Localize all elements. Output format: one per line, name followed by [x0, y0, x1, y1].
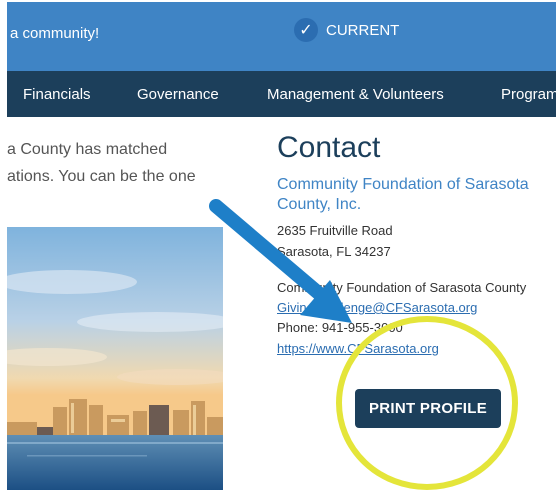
nav-financials[interactable]: Financials	[23, 86, 91, 103]
intro-line-1: a County has matched	[7, 141, 168, 158]
contact-phone: Phone: 941-955-3000	[277, 320, 403, 335]
contact-website-link[interactable]: https://www.CFSarasota.org	[277, 341, 439, 356]
address-city: Sarasota, FL 34237	[277, 244, 391, 259]
top-banner: a community! ✓ CURRENT	[7, 2, 556, 71]
current-badge: ✓ CURRENT	[294, 18, 399, 42]
nav-governance[interactable]: Governance	[137, 86, 219, 103]
print-profile-button[interactable]: PRINT PROFILE	[355, 389, 501, 428]
contact-heading: Contact	[277, 131, 381, 164]
organization-name-link[interactable]: Community Foundation of Sarasota County,…	[277, 175, 552, 215]
contact-website-row: https://www.CFSarasota.org	[277, 341, 439, 356]
profile-nav: Financials Governance Management & Volun…	[7, 71, 556, 117]
current-badge-label: CURRENT	[326, 21, 400, 39]
contact-email-link[interactable]: GivingChallenge@CFSarasota.org	[277, 300, 477, 315]
contact-email-row: GivingChallenge@CFSarasota.org	[277, 300, 477, 315]
address-street: 2635 Fruitville Road	[277, 223, 393, 238]
check-circle-icon: ✓	[294, 18, 318, 42]
contact-name: Community Foundation of Sarasota County	[277, 280, 527, 295]
nav-programs[interactable]: Program	[501, 86, 556, 103]
intro-text: a County has matched ations. You can be …	[7, 136, 227, 190]
banner-tagline: a community!	[10, 25, 100, 42]
intro-line-2: ations. You can be the one	[7, 168, 196, 185]
sarasota-skyline-photo	[7, 227, 223, 490]
nav-management-volunteers[interactable]: Management & Volunteers	[267, 86, 444, 103]
